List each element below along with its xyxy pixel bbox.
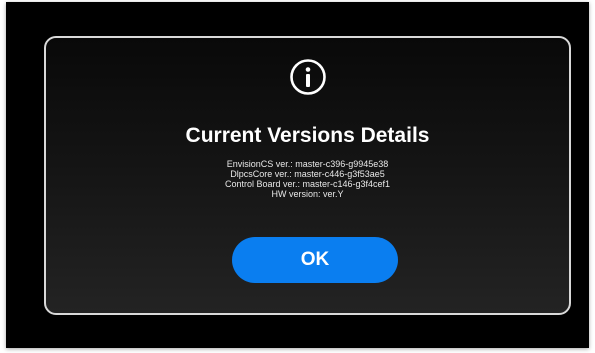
control-board-version: Control Board ver.: master-c146-g3f4cef1: [224, 179, 391, 189]
ok-button[interactable]: OK: [232, 237, 398, 283]
dlpcscore-version: DlpcsCore ver.: master-c446-g3f53ae5: [230, 169, 385, 179]
version-details-dialog: Current Versions Details EnvisionCS ver.…: [44, 36, 571, 315]
dialog-title: Current Versions Details: [185, 124, 430, 147]
info-icon: [289, 59, 326, 95]
envisioncs-version: EnvisionCS ver.: master-c396-g9945e38: [226, 159, 389, 169]
hw-version: HW version: ver.Y: [271, 189, 344, 199]
version-details: EnvisionCS ver.: master-c396-g9945e38 Dl…: [46, 159, 569, 199]
screen: Current Versions Details EnvisionCS ver.…: [6, 2, 589, 348]
